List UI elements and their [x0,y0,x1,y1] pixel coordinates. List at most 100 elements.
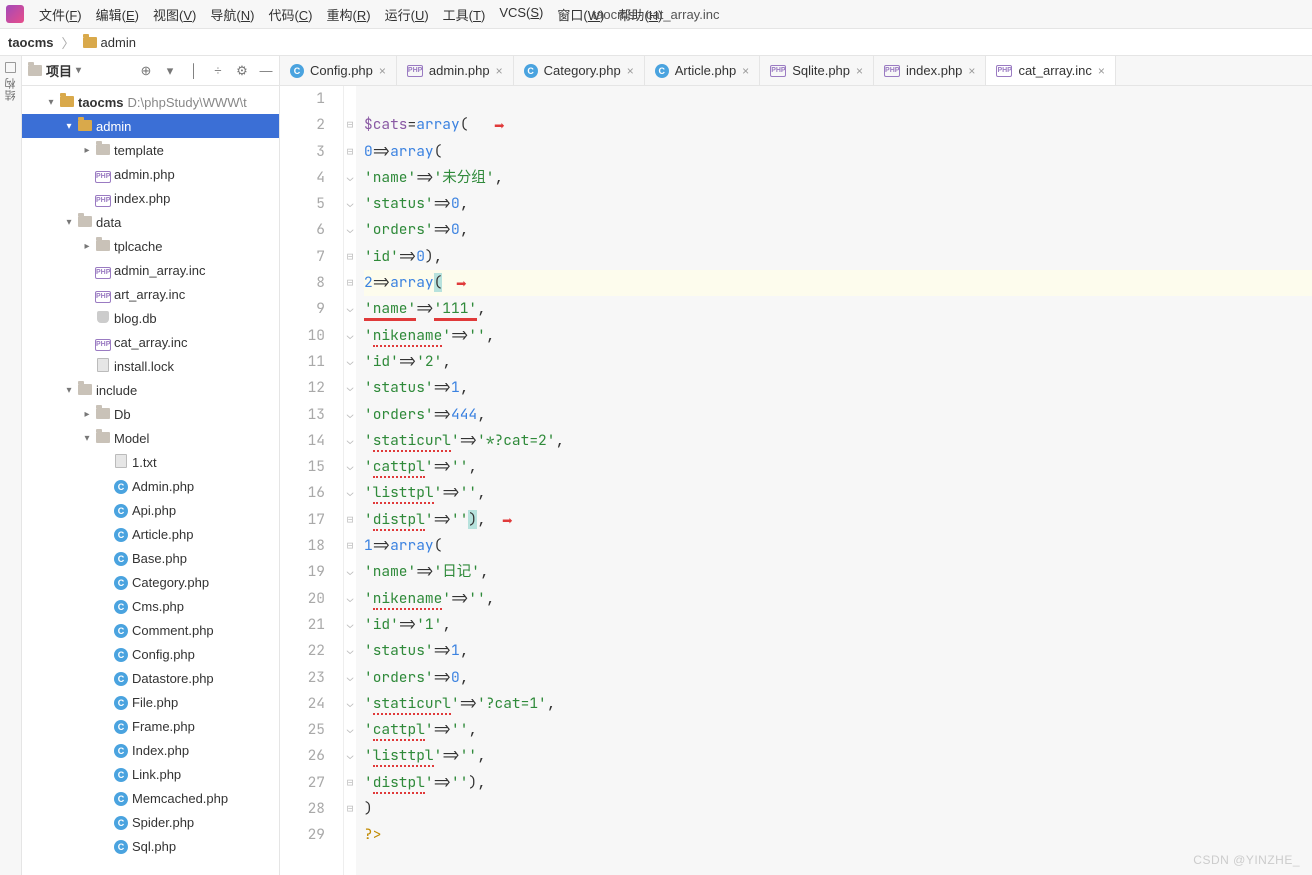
code-line[interactable]: ) [364,796,1312,822]
expand-all-icon[interactable]: ▾ [163,63,177,79]
tree-item[interactable]: CComment.php [22,618,279,642]
code-line[interactable]: 'listtpl'=>'', [364,743,1312,769]
fold-marker[interactable]: ⌄ [344,375,356,401]
close-icon[interactable]: × [1098,64,1105,78]
fold-marker[interactable]: ⌄ [344,743,356,769]
tree-arrow-icon[interactable]: ▾ [44,97,58,108]
tree-item[interactable]: ▸tplcache [22,234,279,258]
code-line[interactable]: 'status'=>1, [364,638,1312,664]
tree-item[interactable]: CMemcached.php [22,786,279,810]
tree-item[interactable]: CBase.php [22,546,279,570]
tree-item[interactable]: ▸template [22,138,279,162]
tree-item[interactable]: PHPart_array.inc [22,282,279,306]
tree-arrow-icon[interactable]: ▸ [80,409,94,420]
tab-admin.php[interactable]: PHPadmin.php× [397,56,514,85]
fold-marker[interactable]: ⊟ [344,796,356,822]
close-icon[interactable]: × [742,64,749,78]
tab-Article.php[interactable]: CArticle.php× [645,56,760,85]
breadcrumb-child[interactable]: admin [101,35,136,50]
line-gutter[interactable]: 1234567891011121314151617181920212223242… [280,86,344,875]
tree-item[interactable]: 1.txt [22,450,279,474]
code-line[interactable]: 'name'=>'111', [364,296,1312,322]
tree-item[interactable]: blog.db [22,306,279,330]
fold-marker[interactable]: ⌄ [344,402,356,428]
code-line[interactable]: 'staticurl'=>'?cat=1', [364,691,1312,717]
code-line[interactable]: 'distpl'=>''),⬅ [364,507,1312,533]
fold-marker[interactable]: ⌄ [344,691,356,717]
project-pane-title[interactable]: 项目 ▾ [28,61,81,80]
fold-marker[interactable]: ⊟ [344,533,356,559]
tree-item[interactable]: ▾admin [22,114,279,138]
menu-U[interactable]: 运行(U) [378,3,436,26]
menu-N[interactable]: 导航(N) [203,3,261,26]
gear-icon[interactable]: ⚙ [235,63,249,79]
fold-marker[interactable]: ⌄ [344,586,356,612]
tree-arrow-icon[interactable]: ▾ [62,121,76,132]
code-line[interactable]: 0=>array( [364,139,1312,165]
code-line[interactable]: 'id'=>0), [364,244,1312,270]
menu-T[interactable]: 工具(T) [436,3,493,26]
tab-index.php[interactable]: PHPindex.php× [874,56,986,85]
close-icon[interactable]: × [968,64,975,78]
fold-marker[interactable]: ⌄ [344,217,356,243]
project-tree[interactable]: ▾taocmsD:\phpStudy\WWW\t▾admin▸template P… [22,86,279,875]
tree-item[interactable]: CSql.php [22,834,279,858]
code-line[interactable]: 1=>array( [364,533,1312,559]
tree-arrow-icon[interactable]: ▸ [80,145,94,156]
fold-marker[interactable] [344,86,356,112]
minimize-icon[interactable]: — [259,63,273,79]
tree-item[interactable]: ▾include [22,378,279,402]
code-line[interactable]: 'listtpl'=>'', [364,480,1312,506]
left-tool-strip[interactable]: 结构 [0,56,22,875]
tree-arrow-icon[interactable]: ▾ [62,385,76,396]
code-content[interactable]: $cats=array(⬅0=>array('name'=>'未分组','sta… [356,86,1312,875]
tab-Config.php[interactable]: CConfig.php× [280,56,397,85]
structure-tool-label[interactable]: 结构 [3,77,19,101]
fold-markers[interactable]: ⊟⊟⌄⌄⌄⊟⊟⌄⌄⌄⌄⌄⌄⌄⌄⊟⊟⌄⌄⌄⌄⌄⌄⌄⌄⊟⊟ [344,86,356,875]
fold-marker[interactable]: ⌄ [344,165,356,191]
close-icon[interactable]: × [379,64,386,78]
close-icon[interactable]: × [496,64,503,78]
code-line[interactable]: 'orders'=>0, [364,217,1312,243]
code-line[interactable]: 'status'=>1, [364,375,1312,401]
fold-marker[interactable]: ⊟ [344,770,356,796]
tree-item[interactable]: install.lock [22,354,279,378]
tab-cat_array.inc[interactable]: PHPcat_array.inc× [986,56,1115,85]
code-line[interactable]: 'status'=>0, [364,191,1312,217]
close-icon[interactable]: × [856,64,863,78]
fold-marker[interactable]: ⌄ [344,717,356,743]
fold-marker[interactable]: ⌄ [344,349,356,375]
tree-item[interactable]: CArticle.php [22,522,279,546]
fold-marker[interactable]: ⌄ [344,296,356,322]
menu-E[interactable]: 编辑(E) [89,3,146,26]
divide-icon[interactable]: ÷ [211,63,225,79]
code-line[interactable]: 2=>array(⬅ [364,270,1312,296]
fold-marker[interactable]: ⌄ [344,480,356,506]
tree-item[interactable]: CLink.php [22,762,279,786]
code-line[interactable]: ?> [364,822,1312,848]
fold-marker[interactable]: ⊟ [344,139,356,165]
tree-arrow-icon[interactable]: ▾ [80,433,94,444]
tree-item[interactable]: ▾Model [22,426,279,450]
tree-item[interactable]: PHPcat_array.inc [22,330,279,354]
menu-W[interactable]: 窗口(W) [550,3,611,26]
code-line[interactable]: 'name'=>'未分组', [364,165,1312,191]
code-line[interactable]: 'staticurl'=>'*?cat=2', [364,428,1312,454]
code-line[interactable] [364,86,1312,112]
code-line[interactable]: 'id'=>'2', [364,349,1312,375]
fold-marker[interactable] [344,822,356,848]
fold-marker[interactable]: ⊟ [344,270,356,296]
tree-item[interactable]: ▾data [22,210,279,234]
structure-tool-icon[interactable] [5,62,16,73]
menu-R[interactable]: 重构(R) [320,3,378,26]
fold-marker[interactable]: ⊟ [344,507,356,533]
fold-marker[interactable]: ⌄ [344,638,356,664]
fold-marker[interactable]: ⌄ [344,191,356,217]
breadcrumb-root[interactable]: taocms [8,35,54,50]
tree-item[interactable]: CApi.php [22,498,279,522]
tree-item[interactable]: CAdmin.php [22,474,279,498]
tree-item[interactable]: CCategory.php [22,570,279,594]
tree-item[interactable]: CFrame.php [22,714,279,738]
tree-item[interactable]: ▾taocmsD:\phpStudy\WWW\t [22,90,279,114]
code-line[interactable]: 'cattpl'=>'', [364,717,1312,743]
